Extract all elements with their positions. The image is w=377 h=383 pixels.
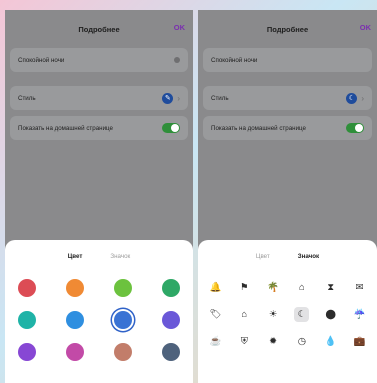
left-panel: Подробнее OK Спокойной ночи Стиль ✎ › По…	[5, 10, 193, 383]
house-night-icon[interactable]: ⌂	[237, 307, 252, 322]
color-swatch[interactable]	[114, 279, 132, 297]
color-swatch[interactable]	[114, 343, 132, 361]
coffee-cup-icon[interactable]: ☕	[208, 334, 223, 349]
tab-icon[interactable]: Значок	[110, 253, 130, 260]
style-leaf-icon: ✎	[162, 92, 174, 104]
color-swatch[interactable]	[66, 279, 84, 297]
color-swatch[interactable]	[162, 279, 180, 297]
ok-button[interactable]: OK	[360, 23, 371, 32]
style-row[interactable]: Стиль ✎ ›	[10, 86, 188, 110]
right-panel: Подробнее OK Спокойной ночи Стиль ☾ › По…	[198, 10, 377, 383]
tab-color[interactable]: Цвет	[256, 253, 270, 260]
header: Подробнее OK	[198, 10, 377, 48]
quiet-night-row[interactable]: Спокойной ночи	[203, 48, 372, 72]
moon-icon[interactable]: ☾	[294, 307, 310, 322]
color-swatch[interactable]	[162, 343, 180, 361]
quiet-night-label: Спокойной ночи	[18, 56, 65, 64]
sun-icon[interactable]: ☀	[266, 307, 281, 322]
ok-button[interactable]: OK	[174, 23, 185, 32]
flag-icon[interactable]: ⚑	[237, 280, 252, 295]
tab-icon[interactable]: Значок	[298, 253, 319, 260]
hourglass-icon[interactable]: ⧗	[323, 280, 338, 295]
chevron-right-icon: ›	[361, 93, 364, 103]
clock-icon[interactable]: ◷	[294, 334, 309, 349]
drop-icon[interactable]: 💧	[323, 334, 338, 349]
cloud-rain-icon[interactable]: ☔	[352, 307, 367, 322]
color-swatch[interactable]	[114, 311, 132, 329]
show-home-toggle[interactable]	[346, 123, 364, 133]
bell-icon[interactable]: 🔔	[208, 280, 223, 295]
tab-color[interactable]: Цвет	[68, 253, 83, 260]
color-swatch[interactable]	[66, 311, 84, 329]
briefcase-icon[interactable]: 💼	[352, 334, 367, 349]
show-home-toggle[interactable]	[162, 123, 180, 133]
envelope-icon[interactable]: ✉	[352, 280, 367, 295]
palm-tree-icon[interactable]: 🌴	[266, 280, 281, 295]
header: Подробнее OK	[5, 10, 193, 48]
page-title: Подробнее	[266, 24, 309, 34]
style-sheet-color: Цвет Значок	[5, 240, 193, 383]
show-home-row: Показать на домашней странице	[203, 116, 372, 140]
color-swatch[interactable]	[18, 311, 36, 329]
status-dot-icon	[174, 57, 180, 63]
show-home-row: Показать на домашней странице	[10, 116, 188, 140]
quiet-night-label: Спокойной ночи	[211, 56, 258, 64]
shield-icon[interactable]: ⛨	[237, 334, 252, 349]
style-sheet-icon: Цвет Значок 🔔 ⚑ 🌴 ⌂ ⧗ ✉ 🏷 ⌂ ☀ ☾ ⬤ ☔ ☕ ⛨ ✹ ◷ 💧 💼	[198, 240, 377, 383]
color-swatch[interactable]	[66, 343, 84, 361]
style-label: Стиль	[18, 94, 36, 102]
color-swatch[interactable]	[162, 311, 180, 329]
style-label: Стиль	[211, 94, 229, 102]
page-title: Подробнее	[78, 24, 120, 34]
quiet-night-row[interactable]: Спокойной ночи	[10, 48, 188, 72]
style-moon-icon: ☾	[346, 92, 358, 104]
house-icon[interactable]: ⌂	[294, 280, 309, 295]
tag-icon[interactable]: 🏷	[208, 307, 223, 322]
color-swatch-grid	[5, 260, 193, 361]
icon-grid: 🔔 ⚑ 🌴 ⌂ ⧗ ✉ 🏷 ⌂ ☀ ☾ ⬤ ☔ ☕ ⛨ ✹ ◷ 💧 💼	[198, 260, 377, 349]
chevron-right-icon: ›	[177, 93, 180, 103]
location-pin-icon[interactable]: ⬤	[323, 307, 338, 322]
color-swatch[interactable]	[18, 279, 36, 297]
sunlight-icon[interactable]: ✹	[266, 334, 281, 349]
show-home-label: Показать на домашней странице	[211, 124, 306, 132]
color-swatch[interactable]	[18, 343, 36, 361]
style-row[interactable]: Стиль ☾ ›	[203, 86, 372, 110]
show-home-label: Показать на домашней странице	[18, 124, 113, 132]
